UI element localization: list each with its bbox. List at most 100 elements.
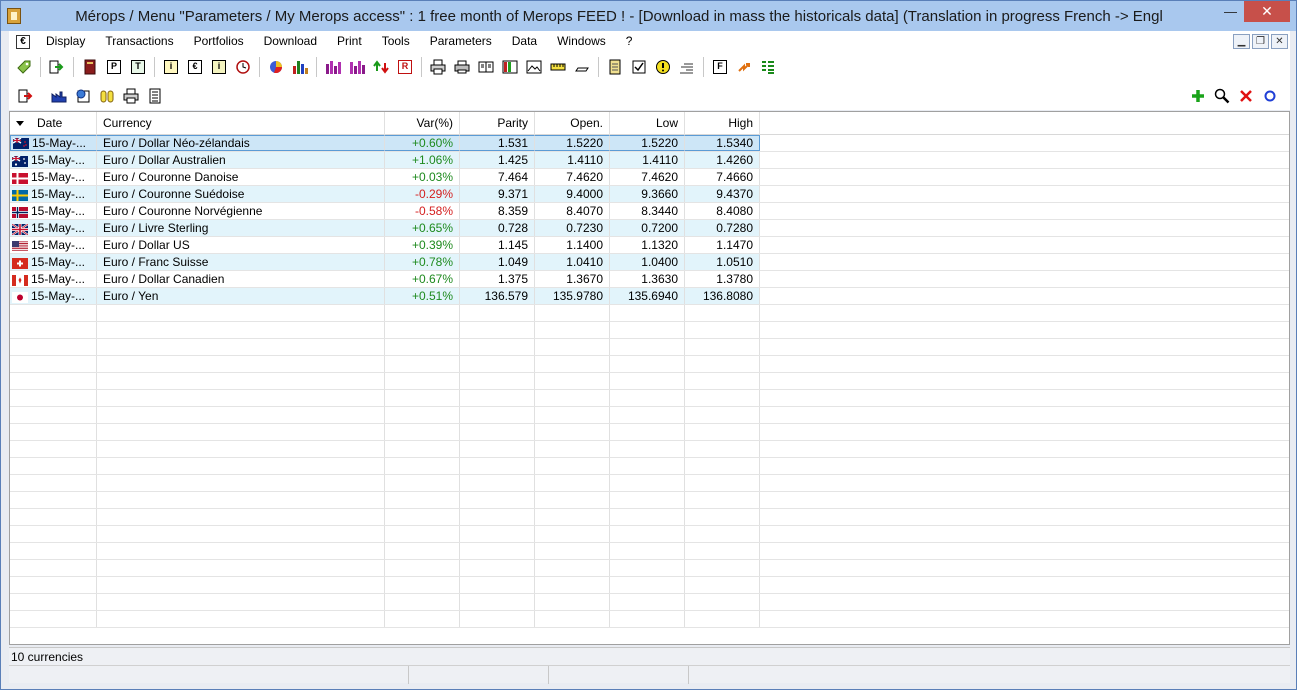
euro-box-icon[interactable]: € [184, 56, 206, 78]
date-text: 15-May-... [31, 255, 86, 269]
empty-cell [535, 441, 610, 457]
column-header-low[interactable]: Low [610, 112, 685, 135]
close-button[interactable]: ✕ [1244, 1, 1290, 22]
capsules-icon[interactable] [96, 85, 118, 107]
cell-parity: 1.049 [460, 254, 535, 270]
column-header-var[interactable]: Var(%) [385, 112, 460, 135]
menu-portfolios[interactable]: Portfolios [184, 31, 254, 52]
menu-display[interactable]: Display [36, 31, 95, 52]
empty-cell [10, 611, 97, 627]
table-row[interactable]: 15-May-... Euro / Couronne Norvégienne -0.… [10, 203, 1289, 220]
printer2-icon[interactable] [451, 56, 473, 78]
cell-high: 7.4660 [685, 169, 760, 185]
r-box-icon[interactable]: R [394, 56, 416, 78]
minimize-button[interactable]: — [1217, 1, 1244, 22]
notepad-icon[interactable] [604, 56, 626, 78]
list-icon[interactable] [676, 56, 698, 78]
document-icon[interactable] [144, 85, 166, 107]
toolbar-separator [259, 56, 260, 77]
table-row[interactable]: 15-May-... Euro / Yen +0.51% 136.579 135.978… [10, 288, 1289, 305]
menu-download[interactable]: Download [254, 31, 327, 52]
mdi-minimize-icon[interactable]: ▁ [1233, 34, 1250, 49]
green-list-icon[interactable] [757, 56, 779, 78]
table-row[interactable]: 15-May-... Euro / Dollar Australien +1.06%… [10, 152, 1289, 169]
export-arrow-icon[interactable] [46, 56, 68, 78]
cell-currency: Euro / Dollar Néo-zélandais [97, 135, 385, 151]
table-row[interactable]: 15-May-... Euro / Livre Sterling +0.65% 0.7… [10, 220, 1289, 237]
printer-icon[interactable] [120, 85, 142, 107]
empty-cell [535, 424, 610, 440]
purple-chart-icon[interactable] [322, 56, 344, 78]
cell-currency: Euro / Yen [97, 288, 385, 304]
document-menu-icon[interactable]: € [16, 34, 30, 49]
tag-icon[interactable] [13, 56, 35, 78]
row-filler [760, 526, 1289, 542]
orange-arrows-icon[interactable] [733, 56, 755, 78]
table-row[interactable]: 15-May-... Euro / Couronne Danoise +0.03% 7… [10, 169, 1289, 186]
pencil-icon[interactable] [571, 56, 593, 78]
cell-low: 1.1320 [610, 237, 685, 253]
pie-chart-icon[interactable] [265, 56, 287, 78]
table-row[interactable]: 15-May-... Euro / Franc Suisse +0.78% 1.049… [10, 254, 1289, 271]
delete-icon[interactable] [1235, 85, 1257, 107]
column-header-date[interactable]: Date [10, 112, 97, 135]
menu-parameters[interactable]: Parameters [420, 31, 502, 52]
table-row[interactable]: 15-May-... Euro / Couronne Suédoise -0.29%… [10, 186, 1289, 203]
cell-date: 15-May-... [10, 271, 97, 287]
empty-cell [10, 305, 97, 321]
factory-icon[interactable] [48, 85, 70, 107]
clock-icon[interactable] [232, 56, 254, 78]
table-row[interactable]: 15-May-... Euro / Dollar US +0.39% 1.145 1.1… [10, 237, 1289, 254]
status-bar: 10 currencies [9, 647, 1290, 665]
row-filler [760, 356, 1289, 372]
row-filler [760, 441, 1289, 457]
table-row[interactable]: 15-May-... Euro / Dollar Néo-zélandais +0.… [10, 135, 1289, 152]
menu-tools[interactable]: Tools [372, 31, 420, 52]
empty-cell [10, 407, 97, 423]
purple-chart2-icon[interactable] [346, 56, 368, 78]
exit-icon[interactable] [15, 85, 37, 107]
ruler-icon[interactable] [547, 56, 569, 78]
empty-cell [535, 373, 610, 389]
warning-icon[interactable] [652, 56, 674, 78]
search-icon[interactable] [1211, 85, 1233, 107]
add-icon[interactable] [1187, 85, 1209, 107]
checkbox-icon[interactable] [628, 56, 650, 78]
circle-icon[interactable] [1259, 85, 1281, 107]
menu-help[interactable]: ? [616, 31, 643, 52]
status-pane [409, 666, 549, 684]
empty-cell [97, 475, 385, 491]
column-header-currency[interactable]: Currency [97, 112, 385, 135]
p-box-icon[interactable]: P [103, 56, 125, 78]
printer-icon[interactable] [427, 56, 449, 78]
row-filler [760, 152, 1289, 168]
menu-windows[interactable]: Windows [547, 31, 616, 52]
cell-var: +0.60% [385, 135, 460, 151]
column-header-parity[interactable]: Parity [460, 112, 535, 135]
mdi-restore-icon[interactable]: ❐ [1252, 34, 1269, 49]
up-down-arrows-icon[interactable] [370, 56, 392, 78]
menu-transactions[interactable]: Transactions [95, 31, 183, 52]
menu-print[interactable]: Print [327, 31, 372, 52]
column-header-open[interactable]: Open. [535, 112, 610, 135]
app-icon[interactable] [7, 8, 21, 24]
f-box-icon[interactable]: F [709, 56, 731, 78]
columns-icon[interactable] [499, 56, 521, 78]
empty-row [10, 441, 1289, 458]
info-box-icon[interactable]: i [160, 56, 182, 78]
mdi-close-icon[interactable]: ✕ [1271, 34, 1288, 49]
image-icon[interactable] [523, 56, 545, 78]
info-filled-icon[interactable]: i [208, 56, 230, 78]
title-bar[interactable]: Mérops / Menu "Parameters / My Merops ac… [1, 1, 1296, 31]
bar-chart-icon[interactable] [289, 56, 311, 78]
book-open-icon[interactable] [475, 56, 497, 78]
table-row[interactable]: 15-May-... Euro / Dollar Canadien +0.67% 1.… [10, 271, 1289, 288]
book-icon[interactable] [79, 56, 101, 78]
cell-parity: 1.145 [460, 237, 535, 253]
empty-row [10, 509, 1289, 526]
currency-grid[interactable]: Date Currency Var(%) Parity Open. Low Hi… [9, 111, 1290, 645]
menu-data[interactable]: Data [502, 31, 547, 52]
column-header-high[interactable]: High [685, 112, 760, 135]
t-box-icon[interactable]: T [127, 56, 149, 78]
globe-icon[interactable] [72, 85, 94, 107]
